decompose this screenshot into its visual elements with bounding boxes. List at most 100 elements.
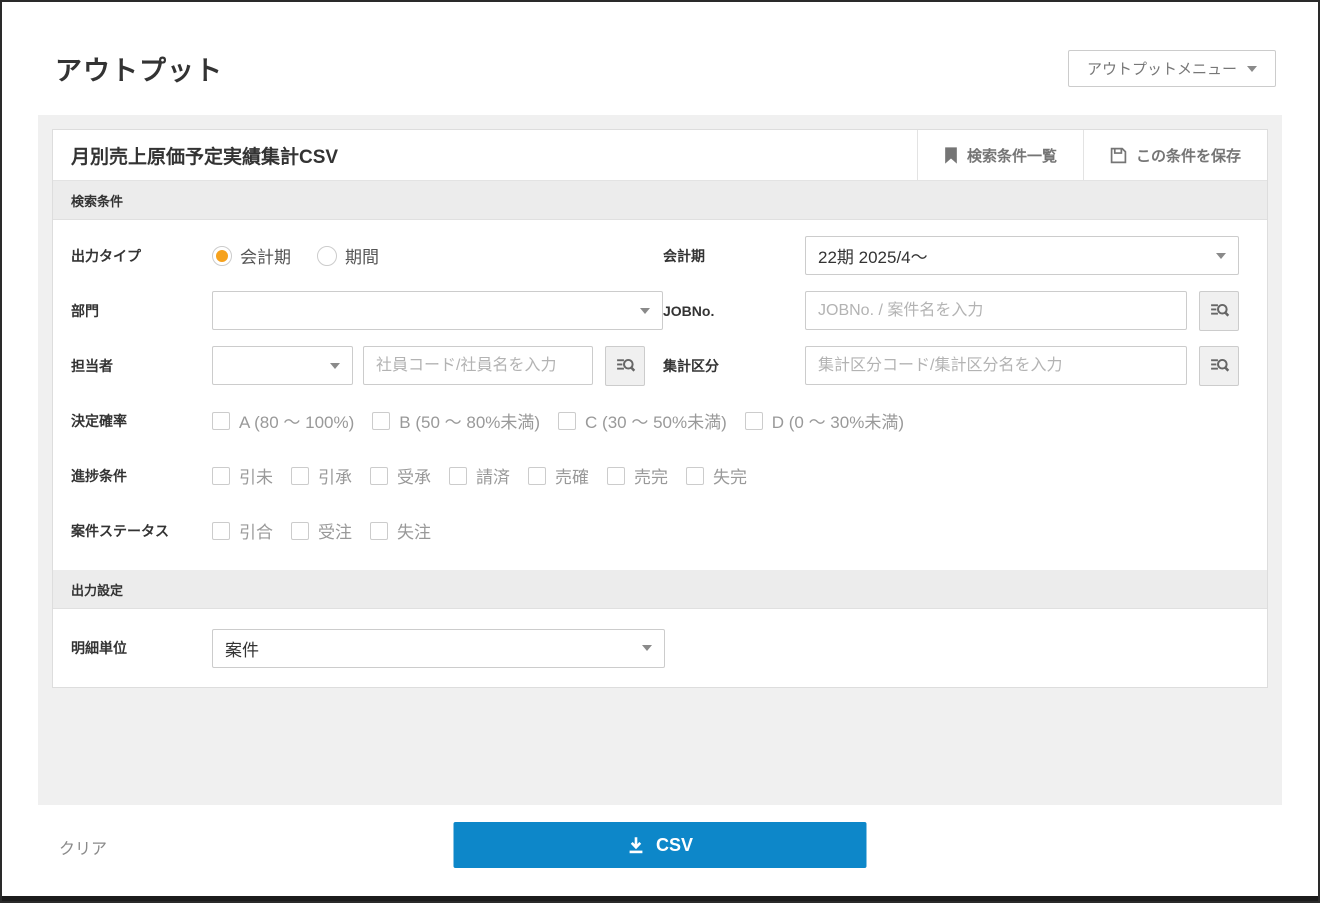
- page-title: アウトプット: [55, 49, 223, 88]
- department-label: 部門: [71, 301, 212, 321]
- save-condition-label: この条件を保存: [1136, 145, 1241, 166]
- case-status-label: 案件ステータス: [71, 521, 212, 541]
- aggregation-input[interactable]: [805, 346, 1187, 385]
- radio-unselected-icon: [317, 246, 337, 266]
- job-no-lookup-button[interactable]: [1199, 291, 1239, 331]
- report-card: 月別売上原価予定実績集計CSV 検索条件一覧 この条件を保存: [52, 129, 1268, 688]
- checkbox-progress-urikaku[interactable]: 売確: [528, 463, 589, 488]
- checkbox-probability-a[interactable]: A (80 〜 100%): [212, 408, 354, 433]
- card-header: 月別売上原価予定実績集計CSV 検索条件一覧 この条件を保存: [53, 130, 1267, 181]
- checkbox-icon: [607, 467, 625, 485]
- checkbox-label: 売確: [555, 463, 589, 488]
- output-menu-button[interactable]: アウトプットメニュー: [1068, 50, 1276, 87]
- page-header: アウトプット アウトプットメニュー: [2, 2, 1318, 115]
- save-condition-button[interactable]: この条件を保存: [1083, 130, 1267, 180]
- detail-unit-select[interactable]: 案件: [212, 629, 665, 668]
- search-conditions-list-button[interactable]: 検索条件一覧: [917, 130, 1083, 180]
- output-type-label: 出力タイプ: [71, 246, 212, 266]
- aggregation-lookup-button[interactable]: [1199, 346, 1239, 386]
- checkbox-icon: [291, 467, 309, 485]
- output-settings-form: 明細単位 案件: [53, 609, 1267, 687]
- search-panel: 月別売上原価予定実績集計CSV 検索条件一覧 この条件を保存: [38, 115, 1282, 805]
- list-search-icon: [1209, 355, 1230, 376]
- save-icon: [1110, 147, 1127, 164]
- checkbox-probability-c[interactable]: C (30 〜 50%未満): [558, 408, 727, 433]
- csv-download-button[interactable]: CSV: [454, 822, 867, 868]
- radio-fiscal-period[interactable]: 会計期: [212, 243, 291, 268]
- checkbox-label: 引未: [239, 463, 273, 488]
- checkbox-progress-hikimi[interactable]: 引未: [212, 463, 273, 488]
- department-select[interactable]: [212, 291, 663, 330]
- checkbox-icon: [212, 412, 230, 430]
- bottom-window-edge: [2, 896, 1318, 901]
- checkbox-label: C (30 〜 50%未満): [585, 408, 727, 433]
- form-row-probability: 決定確率 A (80 〜 100%) B (50 〜 80%未満) C (30 …: [53, 393, 1267, 448]
- checkbox-icon: [370, 467, 388, 485]
- checkbox-progress-seizumi[interactable]: 請済: [449, 463, 510, 488]
- job-no-input[interactable]: [805, 291, 1187, 330]
- form-row-progress: 進捗条件 引未 引承 受承 請済: [53, 448, 1267, 503]
- form-row-detail-unit: 明細単位 案件: [53, 629, 1267, 667]
- chevron-down-icon: [640, 308, 650, 314]
- checkbox-icon: [558, 412, 576, 430]
- checkbox-icon: [745, 412, 763, 430]
- list-search-icon: [1209, 300, 1230, 321]
- aggregation-label: 集計区分: [663, 356, 805, 376]
- output-menu-button-label: アウトプットメニュー: [1087, 58, 1237, 79]
- radio-label: 期間: [345, 243, 379, 268]
- probability-label: 決定確率: [71, 411, 212, 431]
- chevron-down-icon: [330, 363, 340, 369]
- job-no-label: JOBNo.: [663, 303, 805, 319]
- checkbox-progress-shikkan[interactable]: 失完: [686, 463, 747, 488]
- csv-button-label: CSV: [656, 835, 693, 856]
- radio-period[interactable]: 期間: [317, 243, 379, 268]
- checkbox-label: 引合: [239, 518, 273, 543]
- staff-label: 担当者: [71, 356, 212, 376]
- checkbox-status-shitchu[interactable]: 失注: [370, 518, 431, 543]
- radio-label: 会計期: [240, 243, 291, 268]
- checkbox-icon: [686, 467, 704, 485]
- progress-label: 進捗条件: [71, 466, 212, 486]
- fiscal-period-select-value: 22期 2025/4〜: [818, 243, 928, 268]
- checkbox-label: A (80 〜 100%): [239, 408, 354, 433]
- download-icon: [627, 836, 646, 855]
- staff-input[interactable]: [363, 346, 593, 385]
- fiscal-period-select[interactable]: 22期 2025/4〜: [805, 236, 1239, 275]
- radio-selected-icon: [212, 246, 232, 266]
- checkbox-icon: [291, 522, 309, 540]
- form-row-output-type: 出力タイプ 会計期 期間 会計期 22期 2025/4〜: [53, 228, 1267, 283]
- checkbox-icon: [370, 522, 388, 540]
- checkbox-label: 売完: [634, 463, 668, 488]
- form-row-case-status: 案件ステータス 引合 受注 失注: [53, 503, 1267, 558]
- checkbox-progress-jusho[interactable]: 受承: [370, 463, 431, 488]
- detail-unit-label: 明細単位: [71, 638, 212, 658]
- checkbox-label: 引承: [318, 463, 352, 488]
- search-conditions-form: 出力タイプ 会計期 期間 会計期 22期 2025/4〜: [53, 220, 1267, 570]
- report-title: 月別売上原価予定実績集計CSV: [53, 130, 917, 180]
- checkbox-icon: [212, 467, 230, 485]
- checkbox-progress-hikisho[interactable]: 引承: [291, 463, 352, 488]
- staff-lookup-button[interactable]: [605, 346, 645, 386]
- clear-link[interactable]: クリア: [59, 835, 107, 859]
- chevron-down-icon: [1247, 66, 1257, 72]
- checkbox-progress-urikan[interactable]: 売完: [607, 463, 668, 488]
- checkbox-label: 失注: [397, 518, 431, 543]
- checkbox-status-hikiai[interactable]: 引合: [212, 518, 273, 543]
- checkbox-label: 請済: [476, 463, 510, 488]
- checkbox-status-juchu[interactable]: 受注: [291, 518, 352, 543]
- fiscal-period-label: 会計期: [663, 246, 805, 266]
- app-window: アウトプット アウトプットメニュー 月別売上原価予定実績集計CSV 検索条件一覧: [0, 0, 1320, 903]
- bookmark-icon: [944, 147, 958, 164]
- section-search-conditions: 検索条件: [53, 181, 1267, 220]
- checkbox-probability-b[interactable]: B (50 〜 80%未満): [372, 408, 540, 433]
- form-row-staff-aggregation: 担当者: [53, 338, 1267, 393]
- checkbox-label: 失完: [713, 463, 747, 488]
- checkbox-label: B (50 〜 80%未満): [399, 408, 540, 433]
- checkbox-label: 受承: [397, 463, 431, 488]
- chevron-down-icon: [1216, 253, 1226, 259]
- checkbox-icon: [528, 467, 546, 485]
- list-search-icon: [615, 355, 636, 376]
- checkbox-probability-d[interactable]: D (0 〜 30%未満): [745, 408, 904, 433]
- checkbox-label: 受注: [318, 518, 352, 543]
- staff-type-select[interactable]: [212, 346, 353, 385]
